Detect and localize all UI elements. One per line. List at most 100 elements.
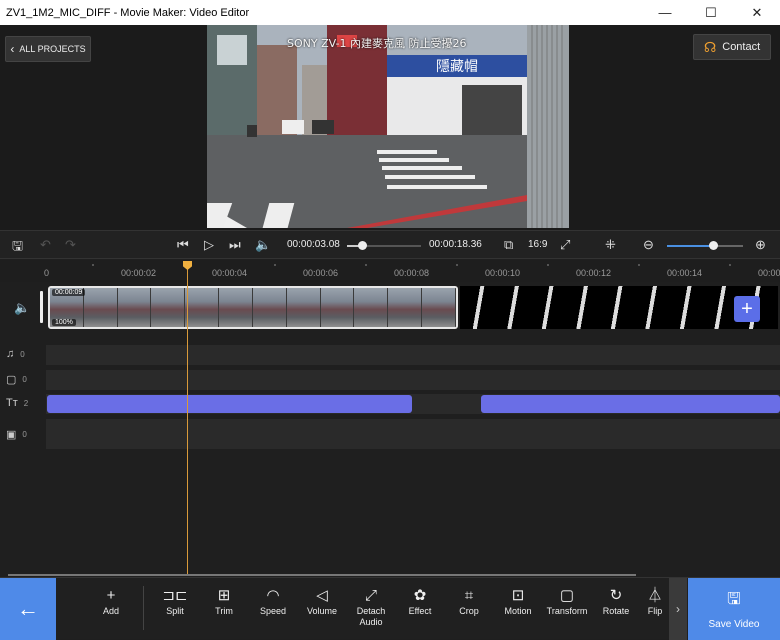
video-clip[interactable]: 00:00:09 100%	[48, 286, 458, 329]
sticker-lane[interactable]	[46, 370, 780, 390]
transition-ghost-area	[460, 286, 778, 329]
detach-audio-icon: ⤢	[364, 587, 377, 604]
crop-tool[interactable]: ⌗ Crop	[445, 586, 493, 617]
ruler-dot	[638, 264, 640, 266]
clip-thumbnail	[83, 288, 118, 327]
save-video-label: Save Video	[708, 619, 760, 630]
motion-label: Motion	[504, 606, 532, 616]
seek-slider[interactable]	[347, 241, 421, 250]
sticker-count: 0	[22, 375, 27, 384]
play-icon[interactable]: ▷	[204, 237, 214, 253]
trim-tool[interactable]: ⊞ Trim	[200, 586, 248, 617]
flip-tool[interactable]: ⏃ Flip	[641, 586, 669, 617]
zoom-slider[interactable]	[667, 241, 743, 250]
crop-icon: ⌗	[464, 587, 474, 604]
split-label: Split	[166, 606, 184, 616]
volume-tool-icon: ◁	[316, 587, 328, 604]
timeline-scrollbar[interactable]	[8, 574, 636, 576]
ruler-dot	[456, 264, 458, 266]
ruler-dot	[92, 264, 94, 266]
rotate-icon: ↻	[609, 587, 623, 604]
skip-back-icon[interactable]: ⏮	[177, 237, 189, 253]
video-frame-image: 隱藏帽	[207, 25, 569, 228]
toolbar-scroll-right[interactable]: ›	[669, 578, 687, 640]
ruler-dot	[729, 264, 731, 266]
crop-label: Crop	[459, 606, 479, 616]
close-button[interactable]: ✕	[734, 0, 780, 25]
image-count: 0	[22, 430, 27, 439]
redo-icon[interactable]: ↷	[65, 237, 76, 253]
total-time: 00:00:18.36	[429, 239, 482, 250]
transform-tool[interactable]: ▢ Transform	[543, 586, 591, 617]
add-icon: +	[106, 587, 116, 604]
clip-thumbnail	[286, 288, 321, 327]
split-tool[interactable]: ⊐⊏ Split	[151, 586, 199, 617]
effect-tool[interactable]: ✿ Effect	[396, 586, 444, 617]
add-media-button[interactable]: +	[734, 296, 760, 322]
detach-audio-tool[interactable]: ⤢ Detach Audio	[347, 586, 395, 628]
ruler-label: 00:00:10	[485, 268, 521, 278]
track-volume-icon[interactable]: 🔈	[14, 300, 30, 316]
image-lane[interactable]	[46, 419, 780, 449]
save-video-button[interactable]: 🖫 Save Video	[688, 578, 780, 640]
timeline-ruler[interactable]: 0 00:00:02 00:00:04 00:00:06 00:00:08 00…	[0, 260, 780, 282]
contact-label: Contact	[722, 41, 761, 53]
svg-text:隱藏帽: 隱藏帽	[436, 59, 478, 75]
video-overlay-text: SONY ZV-1 內建麥克風 防止受擾26	[287, 37, 467, 50]
music-lane[interactable]	[46, 345, 780, 365]
clip-thumbnail	[422, 288, 456, 327]
text-clip[interactable]	[47, 395, 412, 413]
playhead[interactable]	[183, 261, 192, 576]
contact-button[interactable]: ☊ Contact	[693, 34, 771, 60]
ruler-label: 00:00:14	[667, 268, 703, 278]
clip-thumbnail	[185, 288, 220, 327]
chevron-left-icon: ‹	[10, 42, 15, 56]
back-button[interactable]: ←	[0, 578, 56, 640]
ruler-label: 00:00:06	[303, 268, 339, 278]
speed-tool[interactable]: ◠ Speed	[249, 586, 297, 617]
rotate-tool[interactable]: ↻ Rotate	[592, 586, 640, 617]
clip-trim-handle-left[interactable]	[40, 291, 43, 323]
zoom-knob[interactable]	[708, 241, 718, 250]
title-bar: ZV1_1M2_MIC_DIFF - Movie Maker: Video Ed…	[0, 0, 780, 25]
ruler-label: 00:00:12	[576, 268, 612, 278]
text-clip[interactable]	[481, 395, 780, 413]
flip-label: Flip	[647, 606, 663, 616]
volume-icon[interactable]: 🔈	[255, 237, 271, 253]
aspect-ratio-label[interactable]: 16:9	[528, 239, 547, 250]
zoom-fill	[667, 245, 713, 247]
maximize-button[interactable]: ☐	[688, 0, 734, 25]
trim-label: Trim	[215, 606, 233, 616]
plus-icon: +	[741, 297, 753, 320]
skip-forward-icon[interactable]: ⏭	[229, 237, 241, 253]
image-icon: ▣	[6, 429, 17, 441]
ruler-label: 0	[44, 268, 50, 278]
window-title: ZV1_1M2_MIC_DIFF - Movie Maker: Video Ed…	[6, 6, 250, 19]
all-projects-button[interactable]: ‹ ALL PROJECTS	[5, 36, 91, 62]
volume-tool[interactable]: ◁ Volume	[298, 586, 346, 617]
sticker-icon: ▢	[6, 374, 17, 386]
all-projects-label: ALL PROJECTS	[19, 44, 86, 54]
motion-tool[interactable]: ⊡ Motion	[494, 586, 542, 617]
fit-timeline-icon[interactable]: ⁜	[605, 237, 616, 253]
seek-knob[interactable]	[357, 241, 367, 250]
clip-thumbnail	[219, 288, 253, 327]
minimize-button[interactable]: —	[642, 0, 688, 25]
rotate-label: Rotate	[602, 606, 630, 616]
fullscreen-icon[interactable]: ⤢	[560, 237, 570, 253]
speed-icon: ◠	[266, 587, 280, 604]
transform-label: Transform	[546, 606, 588, 616]
zoom-out-icon[interactable]: ⊖	[643, 237, 654, 253]
add-tool[interactable]: + Add	[87, 586, 135, 617]
video-preview[interactable]: 隱藏帽 SONY ZV-1 內建麥克風 防止受擾26	[207, 25, 569, 228]
clip-volume: 100%	[52, 319, 76, 326]
undo-icon[interactable]: ↶	[40, 237, 51, 253]
zoom-in-icon[interactable]: ⊕	[755, 237, 766, 253]
music-track: ♫ 0	[0, 345, 780, 365]
aspect-ratio-icon[interactable]: ⧉	[504, 237, 513, 253]
text-icon: Tт	[6, 397, 18, 409]
ruler-label: 00:00:02	[121, 268, 157, 278]
ruler-dot	[365, 264, 367, 266]
text-count: 2	[23, 398, 29, 408]
save-icon[interactable]: 🖫	[12, 237, 23, 259]
